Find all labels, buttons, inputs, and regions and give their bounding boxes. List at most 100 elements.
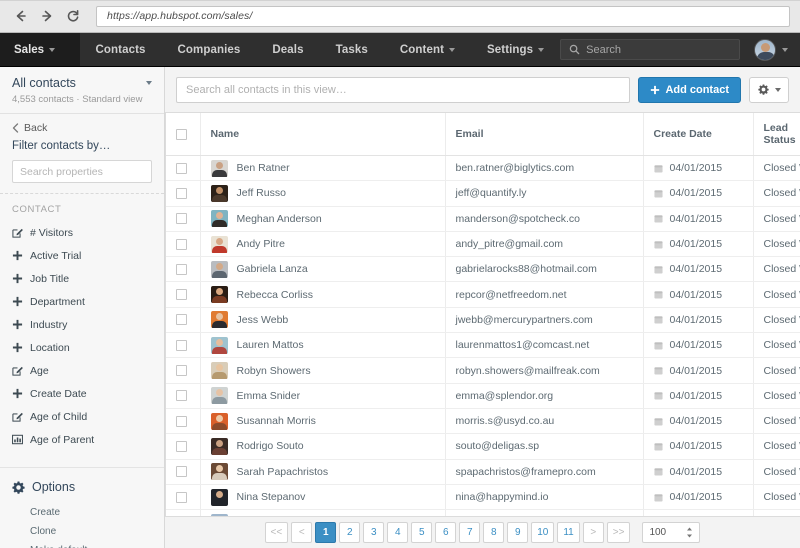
pagination-page-7[interactable]: 7	[459, 522, 480, 543]
contact-name[interactable]: Jess Webb	[237, 314, 289, 326]
sidebar-filter-age-of-child[interactable]: Age of Child	[0, 405, 164, 428]
sidebar-filter-age[interactable]: Age	[0, 359, 164, 382]
sidebar-view-title[interactable]: All contacts	[12, 76, 76, 90]
select-all-checkbox[interactable]	[176, 129, 187, 140]
sidebar-filter-location[interactable]: Location	[0, 336, 164, 359]
sidebar-filter-visitors[interactable]: # Visitors	[0, 221, 164, 244]
pagination-page-8[interactable]: 8	[483, 522, 504, 543]
column-header-name[interactable]: Name	[200, 113, 445, 156]
pagination-page-2[interactable]: 2	[339, 522, 360, 543]
options-link-create[interactable]: Create	[30, 503, 152, 522]
contact-name[interactable]: Jeff Russo	[237, 187, 286, 199]
table-row[interactable]: Emma Snideremma@splendor.org04/01/2015Cl…	[166, 383, 800, 408]
page-size-select[interactable]: 100	[642, 522, 700, 543]
table-row[interactable]: Jess Webbjwebb@mercurypartners.com04/01/…	[166, 307, 800, 332]
row-checkbox[interactable]	[176, 188, 187, 199]
pagination-page-1[interactable]: 1	[315, 522, 336, 543]
nav-item-content[interactable]: Content	[384, 33, 471, 66]
sidebar-filter-job-title[interactable]: Job Title	[0, 267, 164, 290]
back-arrow-icon[interactable]	[10, 5, 32, 27]
row-checkbox[interactable]	[176, 416, 187, 427]
row-checkbox[interactable]	[176, 239, 187, 250]
column-header-create-date[interactable]: Create Date	[643, 113, 753, 156]
contact-name[interactable]: Lauren Mattos	[237, 339, 304, 351]
cell-lead-status: Closed Won	[753, 206, 800, 231]
row-checkbox[interactable]	[176, 340, 187, 351]
sidebar-filter-industry[interactable]: Industry	[0, 313, 164, 336]
pagination-page-6[interactable]: 6	[435, 522, 456, 543]
contact-name[interactable]: Rebecca Corliss	[237, 289, 313, 301]
nav-item-settings[interactable]: Settings	[471, 33, 560, 66]
nav-item-tasks[interactable]: Tasks	[320, 33, 384, 66]
pagination-first[interactable]: <<	[265, 522, 289, 543]
row-checkbox[interactable]	[176, 289, 187, 300]
nav-brand-sales[interactable]: Sales	[0, 33, 80, 66]
contact-name[interactable]: Rodrigo Souto	[237, 440, 304, 452]
search-contacts-input[interactable]	[176, 77, 630, 103]
address-bar[interactable]: https://app.hubspot.com/sales/	[96, 6, 790, 27]
pagination-page-4[interactable]: 4	[387, 522, 408, 543]
pagination-page-11[interactable]: 11	[557, 522, 579, 543]
user-menu[interactable]	[740, 33, 800, 66]
contact-name[interactable]: Gabriela Lanza	[237, 263, 308, 275]
row-checkbox[interactable]	[176, 264, 187, 275]
cell-email: repcor@netfreedom.net	[445, 282, 643, 307]
contact-name[interactable]: Robyn Showers	[237, 365, 311, 377]
column-header-lead-status[interactable]: Lead Status	[753, 113, 800, 156]
row-checkbox[interactable]	[176, 314, 187, 325]
add-contact-button[interactable]: Add contact	[638, 77, 741, 103]
row-checkbox[interactable]	[176, 390, 187, 401]
table-row[interactable]: Rodrigo Soutosouto@deligas.sp04/01/2015C…	[166, 434, 800, 459]
row-checkbox[interactable]	[176, 365, 187, 376]
table-row[interactable]: Meghan Andersonmanderson@spotcheck.co04/…	[166, 206, 800, 231]
sidebar-options-header[interactable]: Options	[12, 480, 152, 494]
pagination-page-3[interactable]: 3	[363, 522, 384, 543]
row-checkbox[interactable]	[176, 213, 187, 224]
options-link-make-default[interactable]: Make default	[30, 541, 152, 548]
pagination-prev[interactable]: <	[291, 522, 312, 543]
row-checkbox[interactable]	[176, 441, 187, 452]
contact-name[interactable]: Emma Snider	[237, 390, 301, 402]
table-row[interactable]: Andy Pitreandy_pitre@gmail.com04/01/2015…	[166, 231, 800, 256]
nav-item-label: Content	[400, 44, 444, 56]
table-row[interactable]: Gabriela Lanzagabrielarocks88@hotmail.co…	[166, 257, 800, 282]
table-row[interactable]: Rebecca Corlissrepcor@netfreedom.net04/0…	[166, 282, 800, 307]
sidebar-back-link[interactable]: Back	[0, 114, 164, 136]
table-row[interactable]: Lauren Mattoslaurenmattos1@comcast.net04…	[166, 333, 800, 358]
table-settings-button[interactable]	[749, 77, 789, 103]
sidebar-filter-active-trial[interactable]: Active Trial	[0, 244, 164, 267]
contact-name[interactable]: Meghan Anderson	[237, 213, 322, 225]
table-row[interactable]: Ben Ratnerben.ratner@biglytics.com04/01/…	[166, 156, 800, 181]
nav-item-deals[interactable]: Deals	[256, 33, 319, 66]
contact-name[interactable]: Susannah Morris	[237, 415, 316, 427]
pagination-last[interactable]: >>	[607, 522, 631, 543]
options-link-clone[interactable]: Clone	[30, 522, 152, 541]
contact-name[interactable]: Ben Ratner	[237, 162, 290, 174]
contact-name[interactable]: Andy Pitre	[237, 238, 285, 250]
pagination-page-9[interactable]: 9	[507, 522, 528, 543]
pagination-page-5[interactable]: 5	[411, 522, 432, 543]
table-row[interactable]: Sarah Papachristosspapachristos@framepro…	[166, 459, 800, 484]
contact-name[interactable]: Nina Stepanov	[237, 491, 306, 503]
forward-arrow-icon[interactable]	[36, 5, 58, 27]
table-row[interactable]: Jeff Russojeff@quantify.ly04/01/2015Clos…	[166, 181, 800, 206]
nav-item-companies[interactable]: Companies	[162, 33, 257, 66]
nav-item-contacts[interactable]: Contacts	[80, 33, 162, 66]
row-checkbox[interactable]	[176, 466, 187, 477]
chevron-down-icon[interactable]	[146, 81, 152, 85]
column-header-email[interactable]: Email	[445, 113, 643, 156]
sidebar-filter-create-date[interactable]: Create Date	[0, 382, 164, 405]
search-properties-input[interactable]	[12, 160, 152, 183]
reload-icon[interactable]	[62, 5, 84, 27]
pagination-next[interactable]: >	[583, 522, 604, 543]
table-row[interactable]: Nina Stepanovnina@happymind.io04/01/2015…	[166, 484, 800, 509]
row-checkbox[interactable]	[176, 163, 187, 174]
table-row[interactable]: Robyn Showersrobyn.showers@mailfreak.com…	[166, 358, 800, 383]
sidebar-filter-department[interactable]: Department	[0, 290, 164, 313]
row-checkbox[interactable]	[176, 492, 187, 503]
pagination-page-10[interactable]: 10	[531, 522, 554, 543]
contact-name[interactable]: Sarah Papachristos	[237, 466, 329, 478]
global-search-input[interactable]: Search	[560, 39, 740, 60]
sidebar-filter-age-of-parent[interactable]: Age of Parent	[0, 428, 164, 451]
table-row[interactable]: Susannah Morrismorris.s@usyd.co.au04/01/…	[166, 408, 800, 433]
